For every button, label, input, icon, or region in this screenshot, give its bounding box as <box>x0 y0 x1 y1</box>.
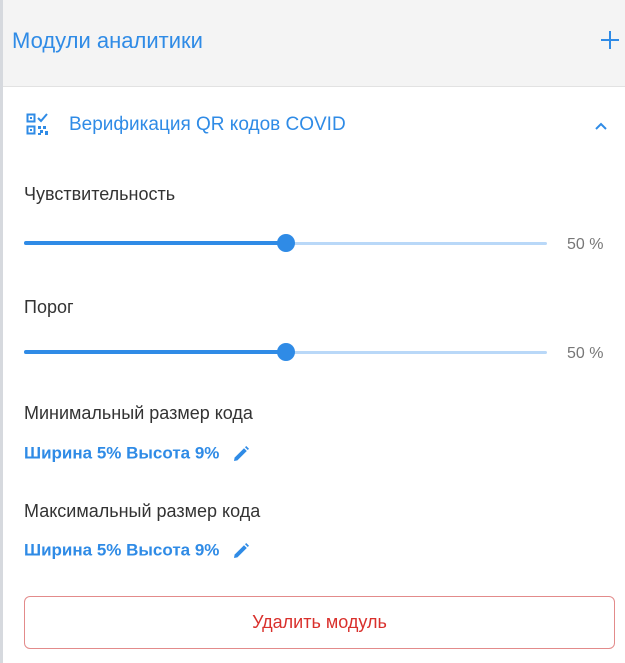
module-title: Верификация QR кодов COVID <box>69 114 346 135</box>
add-module-button[interactable] <box>595 22 625 58</box>
slider-fill <box>24 350 286 354</box>
qr-check-icon <box>26 113 48 135</box>
slider-thumb[interactable] <box>276 343 295 361</box>
delete-module-label: Удалить модуль <box>252 612 387 632</box>
min-size-value: Ширина 5% Высота 9% <box>24 443 220 463</box>
threshold-label: Порог <box>24 297 74 317</box>
sensitivity-value: 50 % <box>567 236 604 253</box>
sensitivity-slider[interactable] <box>24 233 547 253</box>
plus-icon <box>601 31 619 49</box>
panel-header: Модули аналитики <box>3 0 625 87</box>
panel-title: Модули аналитики <box>12 28 203 53</box>
pencil-icon <box>234 542 250 558</box>
pencil-icon <box>234 445 250 461</box>
sensitivity-label: Чувствительность <box>24 184 176 204</box>
max-size-value: Ширина 5% Высота 9% <box>24 540 220 560</box>
delete-module-button[interactable]: Удалить модуль <box>24 596 615 649</box>
slider-fill <box>24 241 286 245</box>
min-size-edit-link[interactable]: Ширина 5% Высота 9% <box>24 443 250 467</box>
chevron-up-icon[interactable] <box>593 118 609 134</box>
min-size-label: Минимальный размер кода <box>24 403 253 423</box>
module-header-qr-covid[interactable]: Верификация QR кодов COVID <box>3 100 625 152</box>
threshold-slider[interactable] <box>24 342 547 362</box>
slider-thumb[interactable] <box>276 234 295 252</box>
max-size-edit-link[interactable]: Ширина 5% Высота 9% <box>24 540 250 564</box>
max-size-label: Максимальный размер кода <box>24 501 261 521</box>
threshold-value: 50 % <box>567 345 604 362</box>
